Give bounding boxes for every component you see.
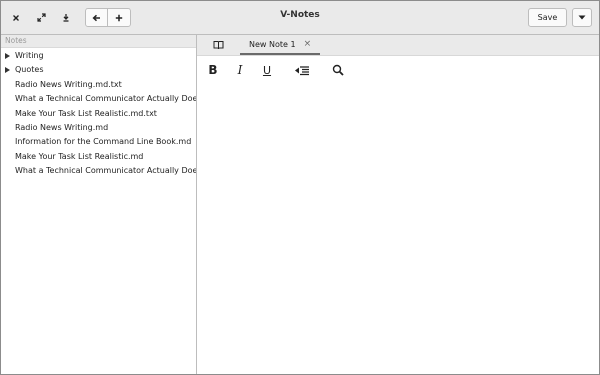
italic-button[interactable]: I bbox=[232, 62, 248, 78]
format-toolbar: B I U bbox=[197, 56, 599, 82]
notes-sidebar: Notes Writing Quotes Radio News Writing.… bbox=[1, 35, 197, 374]
note-item[interactable]: What a Technical Communicator Actually D… bbox=[1, 164, 196, 178]
notebook-button[interactable] bbox=[213, 40, 224, 52]
folder-label: Quotes bbox=[15, 65, 44, 75]
save-button[interactable]: Save bbox=[528, 8, 567, 27]
search-icon bbox=[332, 64, 344, 76]
back-arrow-icon bbox=[92, 14, 100, 21]
tab-new-note-1[interactable]: New Note 1 × bbox=[240, 35, 320, 55]
download-icon bbox=[63, 14, 69, 22]
add-note-button[interactable] bbox=[108, 8, 131, 27]
book-icon bbox=[213, 41, 224, 50]
outdent-icon bbox=[295, 65, 309, 75]
sidebar-header: Notes bbox=[1, 35, 196, 48]
bold-button[interactable]: B bbox=[205, 62, 221, 78]
minimize-button[interactable] bbox=[57, 8, 75, 27]
note-item[interactable]: Information for the Command Line Book.md bbox=[1, 135, 196, 149]
tab-bar: New Note 1 × bbox=[197, 35, 599, 56]
editor-pane: New Note 1 × B I U bbox=[197, 35, 599, 374]
notes-tree: Writing Quotes Radio News Writing.md.txt… bbox=[1, 48, 196, 179]
chevron-down-icon bbox=[578, 15, 586, 20]
note-item[interactable]: What a Technical Communicator Actually D… bbox=[1, 92, 196, 106]
plus-icon bbox=[115, 14, 123, 21]
underline-button[interactable]: U bbox=[259, 62, 275, 78]
expand-arrow-icon[interactable] bbox=[5, 67, 10, 74]
tab-label: New Note 1 bbox=[249, 39, 296, 49]
folder-quotes[interactable]: Quotes bbox=[1, 63, 196, 77]
app-window: V-Notes Save Notes Writing Quotes Radio … bbox=[0, 0, 600, 375]
maximize-icon bbox=[36, 13, 46, 22]
note-item[interactable]: Make Your Task List Realistic.md bbox=[1, 150, 196, 164]
maximize-button[interactable] bbox=[32, 8, 50, 27]
outdent-button[interactable] bbox=[294, 62, 310, 78]
header-bar: V-Notes Save bbox=[1, 1, 599, 35]
menu-button[interactable] bbox=[572, 8, 592, 27]
close-button[interactable] bbox=[7, 8, 25, 27]
tab-close-icon[interactable]: × bbox=[304, 39, 312, 49]
back-button[interactable] bbox=[85, 8, 108, 27]
close-icon bbox=[13, 14, 19, 21]
note-item[interactable]: Make Your Task List Realistic.md.txt bbox=[1, 107, 196, 121]
expand-arrow-icon[interactable] bbox=[5, 53, 10, 59]
note-item[interactable]: Radio News Writing.md.txt bbox=[1, 78, 196, 92]
folder-label: Writing bbox=[15, 51, 44, 60]
note-item[interactable]: Radio News Writing.md bbox=[1, 121, 196, 135]
search-button[interactable] bbox=[330, 62, 346, 78]
folder-writing[interactable]: Writing bbox=[1, 49, 196, 63]
note-editor[interactable] bbox=[197, 83, 599, 373]
